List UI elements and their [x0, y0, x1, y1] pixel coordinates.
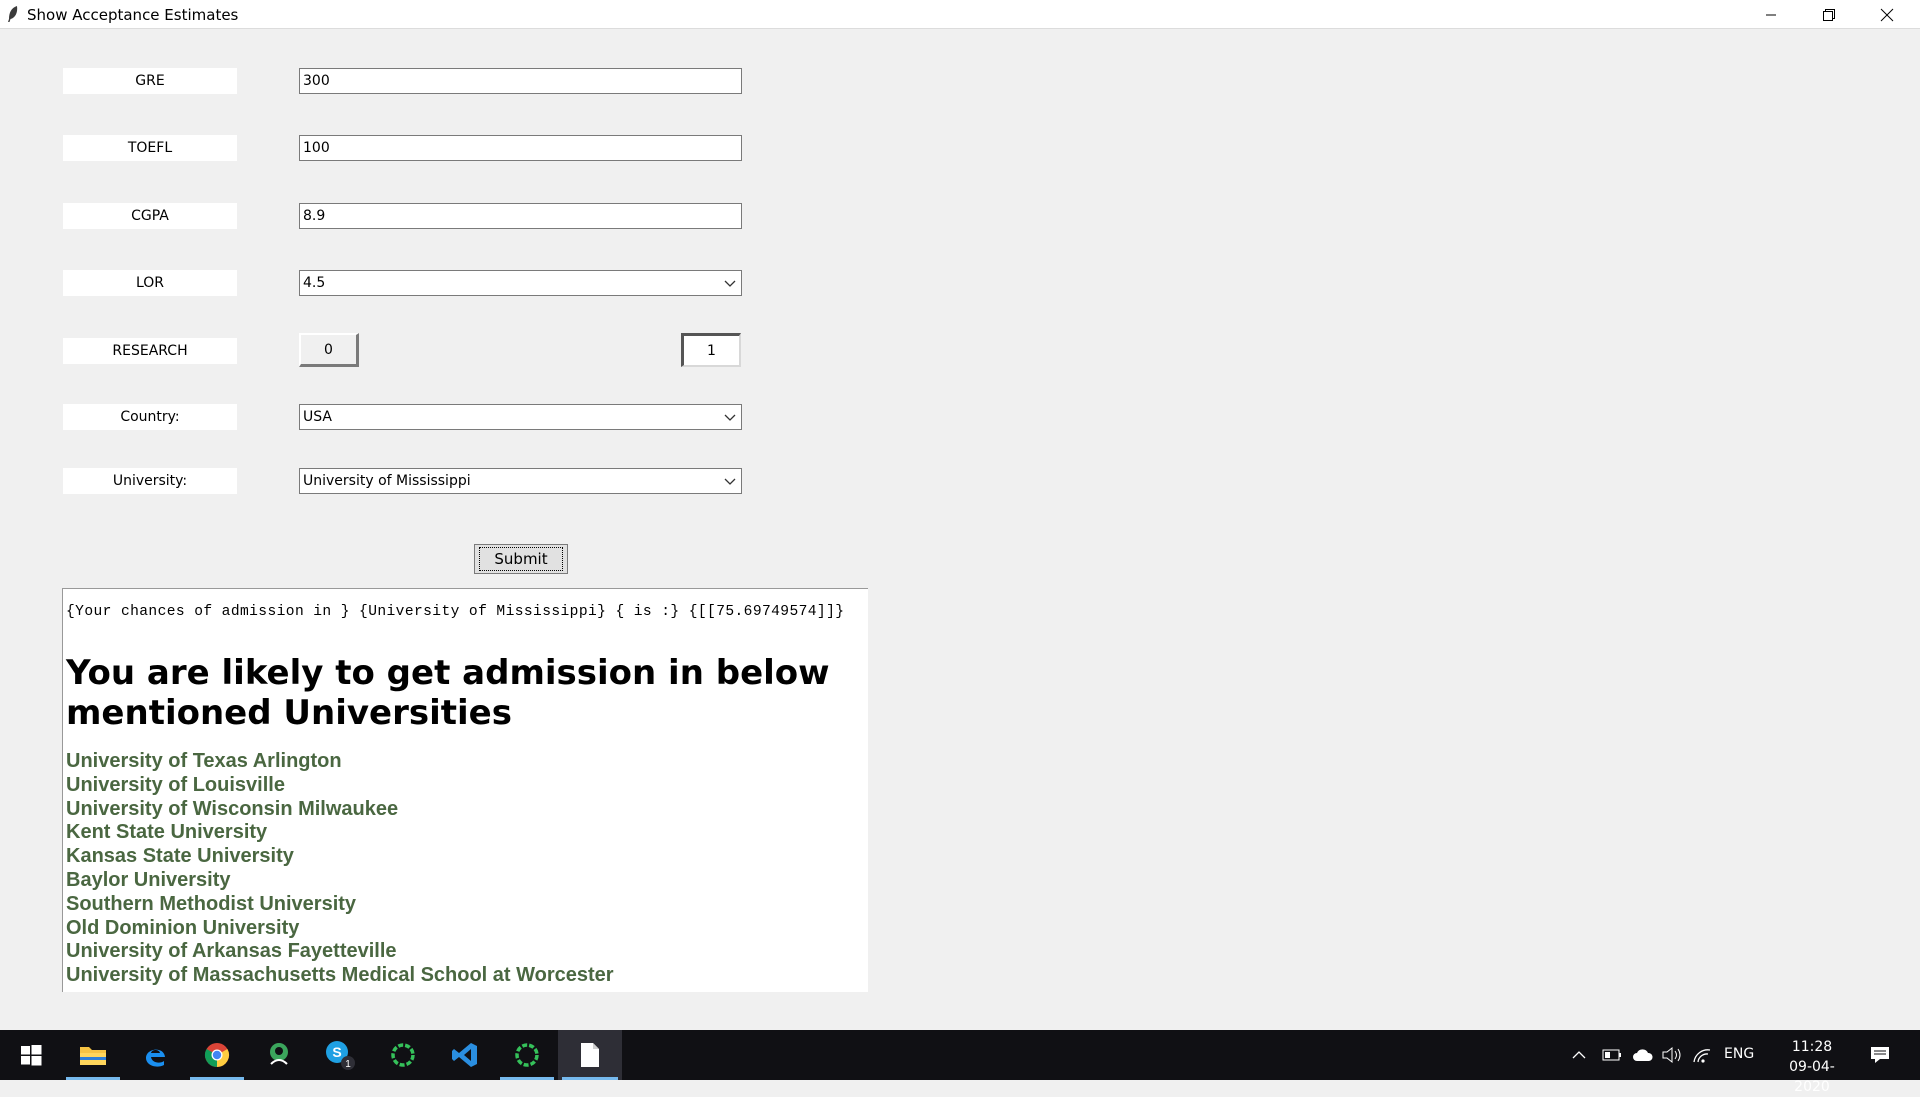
taskbar-file-explorer[interactable] [62, 1030, 124, 1080]
folder-icon [80, 1047, 106, 1065]
result-panel[interactable]: {Your chances of admission in } {Univers… [62, 588, 868, 992]
title-bar: Show Acceptance Estimates [0, 0, 1920, 29]
research-option-0[interactable]: 0 [299, 333, 359, 367]
likely-universities-heading: You are likely to get admission in below… [66, 653, 830, 733]
window-title: Show Acceptance Estimates [27, 6, 239, 24]
feather-icon [8, 6, 18, 22]
taskbar-maps-app[interactable] [248, 1030, 310, 1080]
windows-icon [21, 1045, 42, 1066]
university-list-item: Southern Methodist University [66, 892, 357, 915]
skype-badge: 1 [345, 1059, 351, 1070]
research-option-1[interactable]: 1 [681, 333, 741, 367]
speaker-icon[interactable] [1661, 1046, 1683, 1064]
university-list: University of Texas Arlington University … [66, 750, 614, 988]
research-label: RESEARCH [63, 338, 237, 364]
university-select-value: University of Mississippi [303, 473, 471, 489]
map-pin-icon [270, 1043, 288, 1065]
close-icon [1880, 8, 1894, 21]
minimize-button[interactable] [1742, 0, 1800, 29]
refresh-icon [515, 1043, 539, 1067]
clock[interactable]: 11:28 09-04-2020 [1772, 1037, 1852, 1097]
admission-chance-text: {Your chances of admission in } {Univers… [66, 604, 845, 620]
submit-button[interactable]: Submit [474, 544, 568, 574]
taskbar: S 1 ENG 11:28 09-04-2020 [0, 1030, 1920, 1095]
clock-time: 11:28 [1791, 1039, 1833, 1055]
university-list-item: Kent State University [66, 821, 268, 844]
minimize-icon [1766, 14, 1776, 15]
cgpa-input[interactable]: 8.9 [299, 203, 742, 229]
chrome-icon [204, 1043, 230, 1067]
country-select[interactable]: USA [299, 404, 742, 430]
country-select-value: USA [303, 409, 332, 425]
toefl-input[interactable]: 100 [299, 135, 742, 161]
university-list-item: University of Texas Arlington [66, 750, 342, 772]
country-label: Country: [63, 404, 237, 430]
gre-label: GRE [63, 68, 237, 94]
submit-button-label: Submit [479, 547, 563, 571]
lor-select-value: 4.5 [303, 275, 326, 291]
skype-icon: S 1 [326, 1041, 355, 1070]
chevron-down-icon[interactable] [723, 277, 737, 291]
restore-button[interactable] [1800, 0, 1858, 29]
clock-date: 09-04-2020 [1789, 1059, 1835, 1095]
notifications-icon[interactable] [1870, 1045, 1890, 1065]
university-select[interactable]: University of Mississippi [299, 468, 742, 494]
refresh-icon [391, 1043, 415, 1067]
vscode-icon [452, 1043, 477, 1067]
gre-input[interactable]: 300 [299, 68, 742, 94]
university-list-item: Kansas State University [66, 845, 294, 868]
university-list-item: University of Louisville [66, 773, 285, 796]
chevron-up-icon[interactable] [1572, 1049, 1586, 1061]
start-button[interactable] [0, 1030, 62, 1080]
university-list-item: University of Massachusetts Medical Scho… [66, 964, 614, 987]
university-list-item: Baylor University [66, 868, 231, 891]
document-icon [581, 1043, 599, 1067]
university-list-item: Old Dominion University [66, 916, 300, 939]
toefl-label: TOEFL [63, 135, 237, 161]
restore-icon [1823, 8, 1835, 21]
language-indicator[interactable]: ENG [1724, 1046, 1754, 1062]
svg-text:S: S [332, 1044, 341, 1060]
taskbar-document[interactable] [558, 1030, 622, 1080]
wifi-icon[interactable] [1692, 1046, 1712, 1064]
lor-label: LOR [63, 270, 237, 296]
university-list-item: University of Wisconsin Milwaukee [66, 797, 399, 820]
taskbar-chrome[interactable] [186, 1030, 248, 1080]
taskbar-refresh-app-2[interactable] [496, 1030, 558, 1080]
taskbar-edge[interactable] [124, 1030, 186, 1080]
cgpa-label: CGPA [63, 203, 237, 229]
taskbar-vscode[interactable] [434, 1030, 496, 1080]
taskbar-skype[interactable]: S 1 [310, 1030, 372, 1080]
edge-icon [146, 1049, 165, 1067]
chevron-down-icon[interactable] [723, 475, 737, 489]
close-button[interactable] [1858, 0, 1916, 29]
taskbar-refresh-app[interactable] [372, 1030, 434, 1080]
cloud-icon[interactable] [1632, 1048, 1654, 1062]
chevron-down-icon[interactable] [723, 411, 737, 425]
university-label: University: [63, 468, 237, 494]
lor-select[interactable]: 4.5 [299, 270, 742, 296]
battery-icon[interactable] [1602, 1048, 1622, 1062]
university-list-item: University of Arkansas Fayetteville [66, 940, 397, 963]
